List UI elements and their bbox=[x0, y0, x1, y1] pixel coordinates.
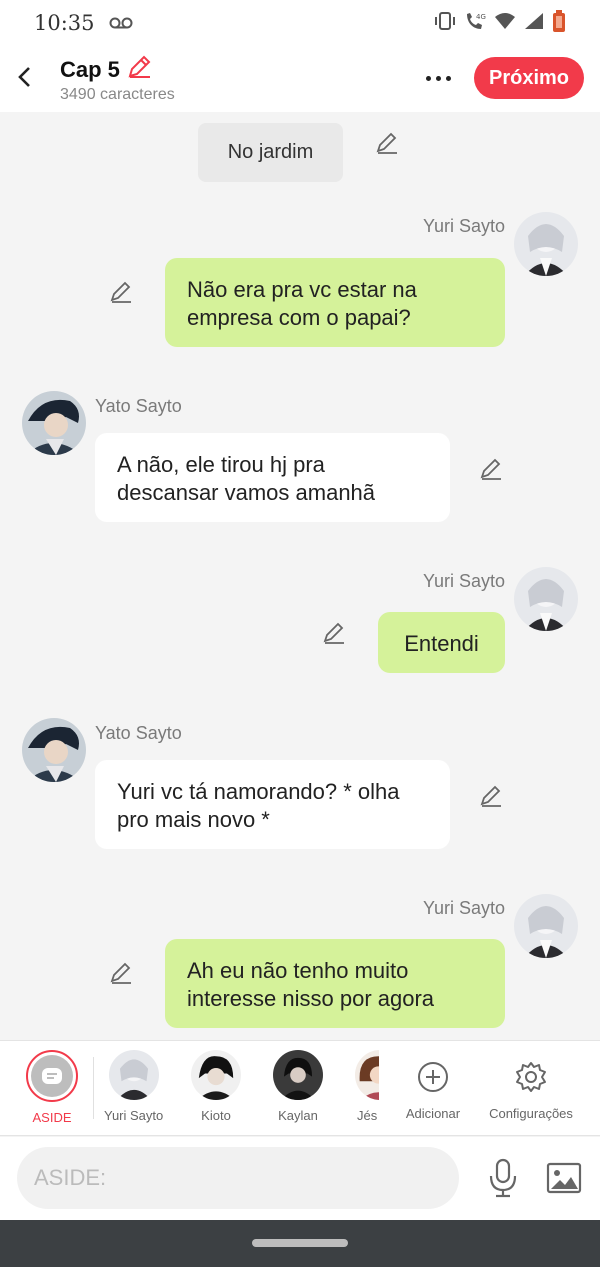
aside-avatar bbox=[26, 1050, 78, 1102]
editor-header: Cap 5 3490 caracteres Próximo bbox=[0, 46, 600, 112]
narration-box[interactable]: No jardim bbox=[198, 123, 343, 182]
image-icon bbox=[546, 1162, 582, 1194]
signal-icon bbox=[524, 12, 544, 35]
next-button[interactable]: Próximo bbox=[474, 57, 584, 99]
wifi-icon bbox=[494, 12, 516, 35]
voicemail-icon bbox=[109, 16, 133, 30]
add-character-button[interactable]: Adicionar bbox=[404, 1050, 462, 1121]
character-label: ASIDE bbox=[32, 1110, 72, 1125]
aside-inner bbox=[31, 1055, 73, 1097]
sender-name: Yato Sayto bbox=[95, 723, 182, 743]
character-avatar bbox=[108, 1050, 159, 1100]
character-label: Yuri Sayto bbox=[104, 1108, 164, 1123]
status-time: 10:35 bbox=[34, 11, 95, 35]
message-bubble[interactable]: A não, ele tirou hj pra descansar vamos … bbox=[95, 433, 450, 522]
settings-label: Configurações bbox=[489, 1106, 573, 1121]
input-bar bbox=[0, 1137, 600, 1220]
dot bbox=[435, 75, 441, 81]
message-bubble[interactable]: Yuri vc tá namorando? * olha pro mais no… bbox=[95, 760, 450, 849]
avatar-yato[interactable] bbox=[22, 718, 86, 782]
message-line: pro mais novo * bbox=[117, 807, 270, 832]
character-label: Kaylan bbox=[278, 1108, 318, 1123]
gear-icon bbox=[516, 1062, 546, 1092]
avatar-yuri[interactable] bbox=[514, 894, 578, 958]
character-kaylan[interactable]: Kaylan bbox=[273, 1050, 323, 1123]
divider bbox=[93, 1057, 94, 1119]
chat-area[interactable]: No jardim Yuri Sayto Não era pra vc esta… bbox=[0, 112, 600, 1040]
character-yuri[interactable]: Yuri Sayto bbox=[104, 1050, 163, 1123]
character-avatar bbox=[355, 1050, 379, 1100]
chat-bubble-icon bbox=[42, 1068, 62, 1084]
message-line: Não era pra vc estar na bbox=[187, 277, 417, 302]
message-line: Yuri vc tá namorando? * olha bbox=[117, 779, 400, 804]
image-button[interactable] bbox=[544, 1159, 584, 1197]
edit-icon[interactable] bbox=[374, 130, 400, 156]
message-line: Ah eu não tenho muito bbox=[187, 958, 409, 983]
edit-icon[interactable] bbox=[108, 279, 134, 305]
character-avatar bbox=[273, 1050, 323, 1100]
battery-icon bbox=[552, 9, 566, 37]
status-icons: 4G bbox=[434, 9, 566, 37]
message-line: empresa com o papai? bbox=[187, 305, 411, 330]
home-gesture-bar[interactable] bbox=[252, 1239, 348, 1247]
avatar-yato[interactable] bbox=[22, 391, 86, 455]
message-input[interactable] bbox=[17, 1147, 459, 1209]
character-label: Kioto bbox=[201, 1108, 231, 1123]
back-arrow-icon bbox=[18, 67, 30, 87]
microphone-button[interactable] bbox=[486, 1157, 520, 1199]
message-bubble[interactable]: Não era pra vc estar na empresa com o pa… bbox=[165, 258, 505, 347]
edit-icon[interactable] bbox=[478, 456, 504, 482]
avatar-yuri[interactable] bbox=[514, 212, 578, 276]
more-options-button[interactable] bbox=[420, 66, 456, 90]
character-aside[interactable]: ASIDE bbox=[26, 1050, 78, 1125]
add-label: Adicionar bbox=[405, 1106, 461, 1121]
edit-icon[interactable] bbox=[108, 960, 134, 986]
message-bubble[interactable]: Ah eu não tenho muito interesse nisso po… bbox=[165, 939, 505, 1028]
character-jes[interactable]: Jés bbox=[355, 1050, 379, 1123]
message-line: Entendi bbox=[404, 631, 479, 656]
add-circle-icon bbox=[418, 1062, 448, 1092]
character-kioto[interactable]: Kioto bbox=[191, 1050, 241, 1123]
avatar-yuri[interactable] bbox=[514, 567, 578, 631]
sender-name: Yuri Sayto bbox=[422, 898, 505, 918]
microphone-icon bbox=[489, 1158, 517, 1198]
message-bubble[interactable]: Entendi bbox=[378, 612, 505, 673]
system-nav-bar bbox=[0, 1220, 600, 1267]
dot bbox=[425, 75, 431, 81]
chapter-title[interactable]: Cap 5 bbox=[60, 57, 120, 83]
vibrate-icon bbox=[434, 11, 456, 35]
status-bar: 10:35 4G bbox=[0, 0, 600, 46]
character-selector: ASIDE Yuri Sayto Kioto Kaylan Jés Adicio… bbox=[0, 1040, 600, 1136]
dot bbox=[445, 75, 451, 81]
sender-name: Yato Sayto bbox=[95, 396, 182, 416]
settings-button[interactable]: Configurações bbox=[488, 1050, 574, 1121]
back-button[interactable] bbox=[12, 62, 36, 92]
title-row[interactable]: Cap 5 bbox=[60, 54, 152, 85]
edit-icon[interactable] bbox=[321, 620, 347, 646]
call-4g-icon: 4G bbox=[464, 11, 486, 36]
message-line: interesse nisso por agora bbox=[187, 986, 435, 1011]
character-avatar bbox=[191, 1050, 241, 1100]
edit-title-icon[interactable] bbox=[126, 54, 152, 85]
edit-icon[interactable] bbox=[478, 783, 504, 809]
character-label: Jés bbox=[357, 1108, 378, 1123]
message-line: A não, ele tirou hj pra bbox=[117, 452, 325, 477]
character-count: 3490 caracteres bbox=[60, 86, 175, 103]
message-line: descansar vamos amanhã bbox=[117, 480, 376, 505]
sender-name: Yuri Sayto bbox=[422, 216, 505, 236]
svg-text:4G: 4G bbox=[476, 13, 486, 21]
sender-name: Yuri Sayto bbox=[422, 571, 505, 591]
